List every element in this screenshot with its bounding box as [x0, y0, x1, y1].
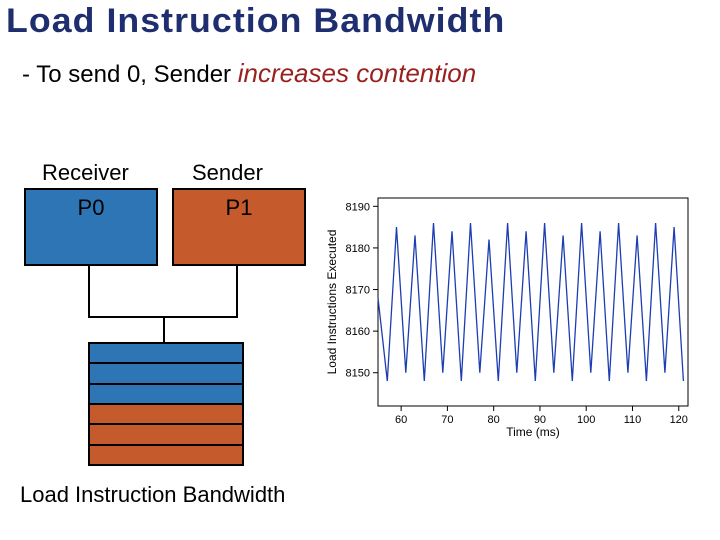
svg-text:80: 80 — [488, 414, 500, 426]
connector-line — [163, 316, 165, 342]
memory-row — [90, 444, 242, 464]
slide-title: Load Instruction Bandwidth — [6, 2, 505, 41]
processor-p0-label: P0 — [78, 195, 105, 220]
connector-line — [88, 264, 90, 316]
memory-row — [90, 383, 242, 403]
svg-text:8190: 8190 — [346, 201, 370, 213]
memory-row — [90, 423, 242, 443]
bullet-prefix: - To send 0, Sender — [22, 61, 238, 88]
svg-text:8170: 8170 — [346, 285, 370, 297]
svg-text:Time (ms): Time (ms) — [506, 425, 560, 439]
load-instructions-chart: 6070809010011012081508160817081808190Tim… — [322, 186, 700, 442]
processor-p1-label: P1 — [226, 195, 253, 220]
svg-text:100: 100 — [577, 414, 595, 426]
svg-text:60: 60 — [395, 414, 407, 426]
sender-label: Sender — [192, 160, 263, 186]
connector-line — [236, 264, 238, 316]
svg-text:120: 120 — [670, 414, 688, 426]
bullet-emph: increases contention — [238, 58, 476, 88]
memory-row — [90, 403, 242, 423]
memory-stack — [88, 342, 244, 466]
processor-p1: P1 — [172, 188, 306, 266]
svg-text:8180: 8180 — [346, 243, 370, 255]
memory-row — [90, 344, 242, 362]
svg-text:8150: 8150 — [346, 368, 370, 380]
memory-row — [90, 362, 242, 382]
bullet-line: - To send 0, Sender increases contention — [22, 58, 476, 89]
svg-text:Load Instructions Executed: Load Instructions Executed — [325, 230, 339, 375]
receiver-label: Receiver — [42, 160, 129, 186]
svg-text:8160: 8160 — [346, 326, 370, 338]
processor-p0: P0 — [24, 188, 158, 266]
svg-text:110: 110 — [624, 414, 642, 426]
svg-text:70: 70 — [441, 414, 453, 426]
diagram-caption: Load Instruction Bandwidth — [20, 482, 285, 508]
